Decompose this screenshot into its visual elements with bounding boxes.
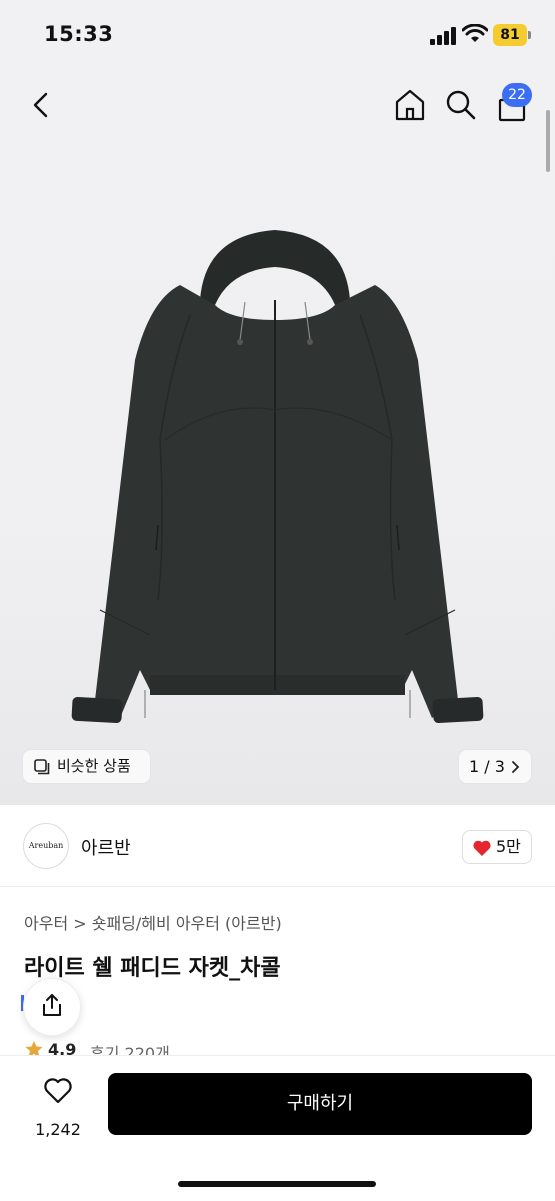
jacket-image [71, 230, 484, 724]
signal-icon [430, 27, 456, 45]
battery-tip [528, 31, 531, 39]
product-image[interactable] [0, 70, 555, 805]
breadcrumb[interactable]: 아우터 > 숏패딩/헤비 아우터 (아르반) [24, 910, 282, 934]
similar-items-icon [34, 759, 50, 775]
brand-row: Areuban 아르반 5만 [0, 806, 555, 887]
share-icon [43, 994, 61, 1016]
home-icon[interactable] [394, 88, 426, 122]
wishlist-count: 1,242 [35, 1120, 81, 1139]
brand-like-button[interactable]: 5만 [462, 830, 532, 864]
brand-like-count: 5만 [496, 837, 521, 856]
top-navigation [0, 78, 555, 134]
brand-logo[interactable]: Areuban [23, 823, 69, 869]
similar-products-button[interactable]: 비슷한 상품 [23, 750, 150, 783]
wishlist-button[interactable]: 1,242 [30, 1074, 86, 1144]
status-bar: 15:33 81 [0, 0, 555, 70]
similar-products-label: 비슷한 상품 [57, 757, 131, 775]
home-indicator [178, 1181, 376, 1187]
chevron-right-icon [512, 761, 520, 773]
cart-count-badge: 22 [502, 83, 532, 107]
heart-filled-icon [473, 840, 491, 856]
product-title: 라이트 쉘 패디드 자켓_차콜 [24, 956, 281, 981]
back-icon[interactable] [28, 90, 54, 120]
wifi-icon [462, 24, 488, 42]
status-time: 15:33 [44, 22, 114, 46]
image-pager[interactable]: 1 / 3 [459, 750, 531, 783]
page-indicator: 1 / 3 [469, 757, 505, 776]
heart-outline-icon [44, 1078, 72, 1104]
scroll-indicator [546, 110, 550, 172]
brand-name[interactable]: 아르반 [81, 834, 131, 860]
search-icon[interactable] [445, 88, 477, 122]
share-button[interactable] [23, 978, 81, 1036]
battery-indicator: 81 [493, 24, 527, 46]
bottom-action-bar: 1,242 구매하기 [0, 1055, 555, 1201]
buy-button[interactable]: 구매하기 [108, 1073, 532, 1135]
